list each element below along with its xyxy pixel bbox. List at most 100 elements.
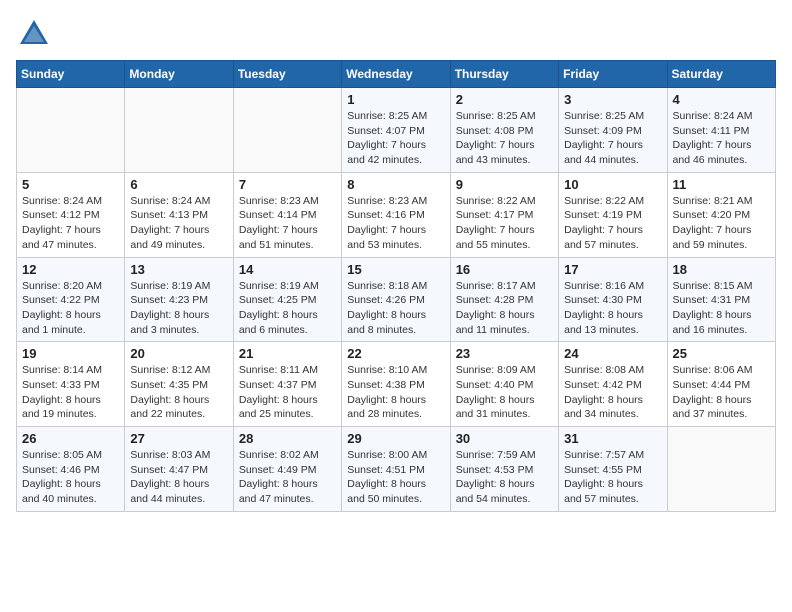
page-header (16, 16, 776, 52)
weekday-header-row: SundayMondayTuesdayWednesdayThursdayFrid… (17, 61, 776, 88)
day-number: 13 (130, 262, 227, 277)
day-number: 18 (673, 262, 770, 277)
day-info: Sunrise: 8:19 AMSunset: 4:25 PMDaylight:… (239, 279, 336, 338)
day-info: Sunrise: 8:24 AMSunset: 4:13 PMDaylight:… (130, 194, 227, 253)
weekday-header-sunday: Sunday (17, 61, 125, 88)
day-number: 6 (130, 177, 227, 192)
calendar-cell: 24 Sunrise: 8:08 AMSunset: 4:42 PMDayligh… (559, 342, 667, 427)
day-info: Sunrise: 8:18 AMSunset: 4:26 PMDaylight:… (347, 279, 444, 338)
day-number: 30 (456, 431, 553, 446)
day-number: 14 (239, 262, 336, 277)
day-number: 17 (564, 262, 661, 277)
calendar-cell: 10 Sunrise: 8:22 AMSunset: 4:19 PMDayligh… (559, 172, 667, 257)
day-number: 16 (456, 262, 553, 277)
day-info: Sunrise: 7:59 AMSunset: 4:53 PMDaylight:… (456, 448, 553, 507)
calendar-cell: 21 Sunrise: 8:11 AMSunset: 4:37 PMDayligh… (233, 342, 341, 427)
calendar-cell: 12 Sunrise: 8:20 AMSunset: 4:22 PMDayligh… (17, 257, 125, 342)
calendar-cell: 13Sunrise: 8:19 AMSunset: 4:23 PMDayligh… (125, 257, 233, 342)
weekday-header-tuesday: Tuesday (233, 61, 341, 88)
day-number: 3 (564, 92, 661, 107)
day-info: Sunrise: 8:23 AMSunset: 4:16 PMDaylight:… (347, 194, 444, 253)
calendar-cell: 9 Sunrise: 8:22 AMSunset: 4:17 PMDaylight… (450, 172, 558, 257)
weekday-header-thursday: Thursday (450, 61, 558, 88)
calendar-cell (233, 88, 341, 173)
day-number: 24 (564, 346, 661, 361)
day-info: Sunrise: 8:23 AMSunset: 4:14 PMDaylight:… (239, 194, 336, 253)
day-info: Sunrise: 8:10 AMSunset: 4:38 PMDaylight:… (347, 363, 444, 422)
calendar-week-row: 5 Sunrise: 8:24 AMSunset: 4:12 PMDaylight… (17, 172, 776, 257)
weekday-header-friday: Friday (559, 61, 667, 88)
day-info: Sunrise: 8:25 AMSunset: 4:08 PMDaylight:… (456, 109, 553, 168)
calendar-cell (125, 88, 233, 173)
calendar-week-row: 19 Sunrise: 8:14 AMSunset: 4:33 PMDayligh… (17, 342, 776, 427)
day-number: 10 (564, 177, 661, 192)
day-info: Sunrise: 8:11 AMSunset: 4:37 PMDaylight:… (239, 363, 336, 422)
calendar-cell: 7 Sunrise: 8:23 AMSunset: 4:14 PMDaylight… (233, 172, 341, 257)
calendar-cell (17, 88, 125, 173)
calendar-cell: 30 Sunrise: 7:59 AMSunset: 4:53 PMDayligh… (450, 427, 558, 512)
calendar-cell: 3 Sunrise: 8:25 AMSunset: 4:09 PMDaylight… (559, 88, 667, 173)
day-number: 26 (22, 431, 119, 446)
calendar-cell: 25 Sunrise: 8:06 AMSunset: 4:44 PMDayligh… (667, 342, 775, 427)
day-info: Sunrise: 8:22 AMSunset: 4:19 PMDaylight:… (564, 194, 661, 253)
day-info: Sunrise: 8:05 AMSunset: 4:46 PMDaylight:… (22, 448, 119, 507)
calendar-cell: 16Sunrise: 8:17 AMSunset: 4:28 PMDayligh… (450, 257, 558, 342)
day-number: 12 (22, 262, 119, 277)
day-number: 11 (673, 177, 770, 192)
day-number: 1 (347, 92, 444, 107)
day-number: 28 (239, 431, 336, 446)
day-number: 7 (239, 177, 336, 192)
logo-icon (16, 16, 52, 52)
day-info: Sunrise: 8:00 AMSunset: 4:51 PMDaylight:… (347, 448, 444, 507)
weekday-header-monday: Monday (125, 61, 233, 88)
calendar-cell: 2 Sunrise: 8:25 AMSunset: 4:08 PMDaylight… (450, 88, 558, 173)
day-info: Sunrise: 8:22 AMSunset: 4:17 PMDaylight:… (456, 194, 553, 253)
calendar-cell: 22 Sunrise: 8:10 AMSunset: 4:38 PMDayligh… (342, 342, 450, 427)
day-info: Sunrise: 8:06 AMSunset: 4:44 PMDaylight:… (673, 363, 770, 422)
day-info: Sunrise: 8:02 AMSunset: 4:49 PMDaylight:… (239, 448, 336, 507)
day-number: 8 (347, 177, 444, 192)
day-info: Sunrise: 8:25 AMSunset: 4:09 PMDaylight:… (564, 109, 661, 168)
calendar-cell: 31 Sunrise: 7:57 AMSunset: 4:55 PMDayligh… (559, 427, 667, 512)
calendar-cell: 18 Sunrise: 8:15 AMSunset: 4:31 PMDayligh… (667, 257, 775, 342)
calendar-cell: 11 Sunrise: 8:21 AMSunset: 4:20 PMDayligh… (667, 172, 775, 257)
calendar-cell: 1 Sunrise: 8:25 AMSunset: 4:07 PMDaylight… (342, 88, 450, 173)
day-info: Sunrise: 7:57 AMSunset: 4:55 PMDaylight:… (564, 448, 661, 507)
calendar-cell: 29 Sunrise: 8:00 AMSunset: 4:51 PMDayligh… (342, 427, 450, 512)
day-info: Sunrise: 8:03 AMSunset: 4:47 PMDaylight:… (130, 448, 227, 507)
weekday-header-wednesday: Wednesday (342, 61, 450, 88)
calendar-cell: 17 Sunrise: 8:16 AMSunset: 4:30 PMDayligh… (559, 257, 667, 342)
calendar-cell: 8 Sunrise: 8:23 AMSunset: 4:16 PMDaylight… (342, 172, 450, 257)
day-number: 2 (456, 92, 553, 107)
day-number: 9 (456, 177, 553, 192)
calendar-cell: 27Sunrise: 8:03 AMSunset: 4:47 PMDayligh… (125, 427, 233, 512)
calendar-week-row: 12 Sunrise: 8:20 AMSunset: 4:22 PMDayligh… (17, 257, 776, 342)
day-info: Sunrise: 8:21 AMSunset: 4:20 PMDaylight:… (673, 194, 770, 253)
calendar-cell: 4 Sunrise: 8:24 AMSunset: 4:11 PMDaylight… (667, 88, 775, 173)
day-number: 5 (22, 177, 119, 192)
day-number: 20 (130, 346, 227, 361)
day-number: 25 (673, 346, 770, 361)
calendar-cell: 26 Sunrise: 8:05 AMSunset: 4:46 PMDayligh… (17, 427, 125, 512)
calendar-cell: 19 Sunrise: 8:14 AMSunset: 4:33 PMDayligh… (17, 342, 125, 427)
day-info: Sunrise: 8:08 AMSunset: 4:42 PMDaylight:… (564, 363, 661, 422)
day-number: 29 (347, 431, 444, 446)
day-number: 4 (673, 92, 770, 107)
day-number: 31 (564, 431, 661, 446)
day-info: Sunrise: 8:16 AMSunset: 4:30 PMDaylight:… (564, 279, 661, 338)
day-number: 22 (347, 346, 444, 361)
day-number: 23 (456, 346, 553, 361)
day-info: Sunrise: 8:15 AMSunset: 4:31 PMDaylight:… (673, 279, 770, 338)
day-info: Sunrise: 8:20 AMSunset: 4:22 PMDaylight:… (22, 279, 119, 338)
day-number: 21 (239, 346, 336, 361)
day-number: 19 (22, 346, 119, 361)
calendar-cell: 23Sunrise: 8:09 AMSunset: 4:40 PMDayligh… (450, 342, 558, 427)
calendar-week-row: 1 Sunrise: 8:25 AMSunset: 4:07 PMDaylight… (17, 88, 776, 173)
day-info: Sunrise: 8:24 AMSunset: 4:12 PMDaylight:… (22, 194, 119, 253)
day-info: Sunrise: 8:25 AMSunset: 4:07 PMDaylight:… (347, 109, 444, 168)
day-info: Sunrise: 8:24 AMSunset: 4:11 PMDaylight:… (673, 109, 770, 168)
logo (16, 16, 56, 52)
day-info: Sunrise: 8:14 AMSunset: 4:33 PMDaylight:… (22, 363, 119, 422)
calendar-cell: 5 Sunrise: 8:24 AMSunset: 4:12 PMDaylight… (17, 172, 125, 257)
calendar-cell: 20Sunrise: 8:12 AMSunset: 4:35 PMDayligh… (125, 342, 233, 427)
